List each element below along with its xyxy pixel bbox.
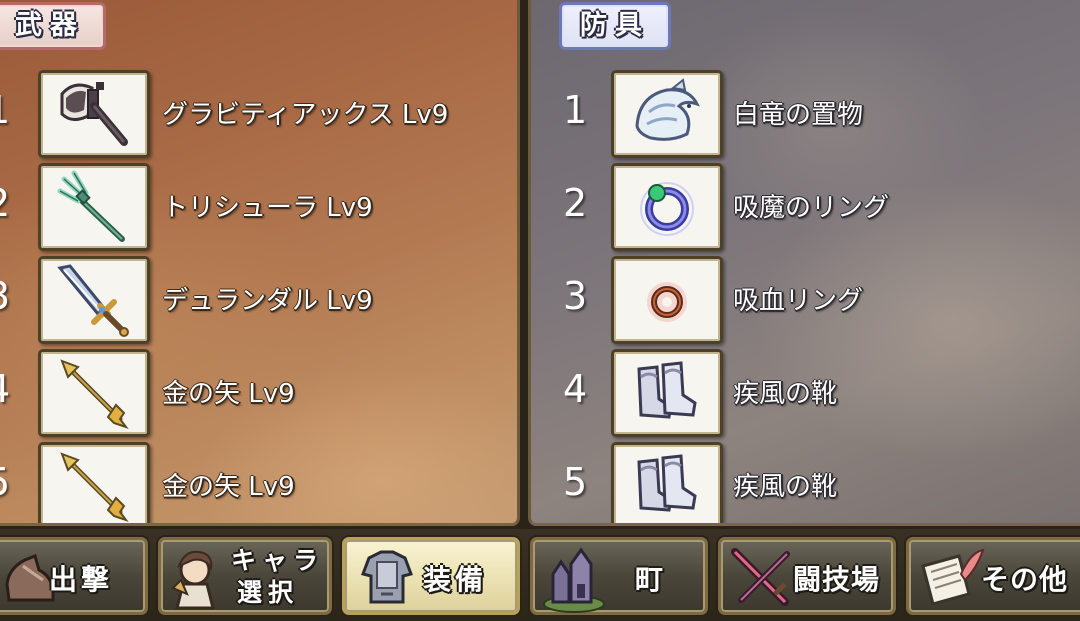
weapon-slot-3[interactable]: 3 デュランダル Lv9 xyxy=(0,256,517,348)
nav-sortie-button[interactable]: 出撃 xyxy=(0,537,148,615)
armor-title: 防具 xyxy=(559,2,671,50)
axe-icon xyxy=(60,82,128,146)
nav-character-select-label-line2: 選択 xyxy=(237,578,300,607)
slot-number: 4 xyxy=(563,367,588,411)
slot-number: 3 xyxy=(0,274,10,318)
nav-equipment-label: 装備 xyxy=(423,563,488,596)
trident-icon xyxy=(57,170,125,242)
weapon-icon-box[interactable] xyxy=(38,70,150,158)
gale-boots-icon xyxy=(637,454,697,512)
armor-icon xyxy=(361,550,413,604)
nav-other-label: その他 xyxy=(981,563,1069,596)
armor-name: 疾風の靴 xyxy=(733,472,838,502)
weapon-slot-4[interactable]: 4 金の矢 Lv9 xyxy=(0,349,517,441)
slot-number: 5 xyxy=(563,460,588,504)
armor-name: 吸血リング xyxy=(733,286,864,316)
weapon-slot-1[interactable]: 1 グラビティアックス Lv9 xyxy=(0,70,517,162)
weapon-icon-box[interactable] xyxy=(38,256,150,344)
slot-number: 2 xyxy=(563,181,588,225)
nav-arena-button[interactable]: 闘技場 xyxy=(718,537,896,615)
slot-number: 1 xyxy=(563,88,588,132)
armor-icon-box[interactable] xyxy=(611,163,723,251)
character-icon xyxy=(171,550,215,610)
golden-arrow-icon xyxy=(60,359,129,429)
armor-slot-1[interactable]: 1 白竜の置物 xyxy=(531,70,1080,162)
white-dragon-figurine-icon xyxy=(635,78,700,141)
weapon-icon-box[interactable] xyxy=(38,349,150,437)
vampire-ring-icon xyxy=(647,282,687,322)
armor-panel: 防具 1 白竜の置物 2 吸魔のリング 3 吸血リング 4 疾風の靴 5 疾風の… xyxy=(528,0,1080,526)
slot-number: 1 xyxy=(0,88,10,132)
slot-number: 3 xyxy=(563,274,588,318)
nav-other-button[interactable]: その他 xyxy=(906,537,1080,615)
gale-boots-icon xyxy=(637,361,697,419)
nav-equipment-button[interactable]: 装備 xyxy=(342,537,520,615)
armor-icon-box[interactable] xyxy=(611,349,723,437)
castle-icon xyxy=(543,547,605,613)
nav-character-select-button[interactable]: キャラ 選択 xyxy=(158,537,332,615)
weapon-slot-5[interactable]: 5 金の矢 Lv9 xyxy=(0,442,517,523)
armor-icon-box[interactable] xyxy=(611,442,723,523)
armor-name: 疾風の靴 xyxy=(733,379,838,409)
slot-number: 4 xyxy=(0,367,10,411)
armor-name: 白竜の置物 xyxy=(733,100,864,130)
weapon-slot-2[interactable]: 2 トリシューラ Lv9 xyxy=(0,163,517,255)
slot-number: 2 xyxy=(0,181,10,225)
weapon-name: グラビティアックス Lv9 xyxy=(162,100,449,130)
crossed-swords-icon xyxy=(731,548,790,606)
bottom-navigation: 出撃 キャラ 選択 装備 町 闘技場 その他 xyxy=(0,529,1080,621)
nav-character-select-label-line1: キャラ xyxy=(231,546,325,575)
weapon-icon-box[interactable] xyxy=(38,163,150,251)
mana-drain-ring-icon xyxy=(640,182,694,236)
weapon-name: デュランダル Lv9 xyxy=(162,286,373,316)
nav-town-label: 町 xyxy=(635,563,668,596)
golden-arrow-icon xyxy=(60,452,129,522)
armor-slot-3[interactable]: 3 吸血リング xyxy=(531,256,1080,348)
armor-slot-2[interactable]: 2 吸魔のリング xyxy=(531,163,1080,255)
nav-town-button[interactable]: 町 xyxy=(530,537,708,615)
nav-sortie-label: 出撃 xyxy=(49,563,114,596)
weapon-name: 金の矢 Lv9 xyxy=(162,472,295,502)
armor-icon-box[interactable] xyxy=(611,70,723,158)
weapon-icon-box[interactable] xyxy=(38,442,150,523)
weapons-panel: 武器 1 グラビティアックス Lv9 2 トリシュー xyxy=(0,0,520,526)
armor-slot-4[interactable]: 4 疾風の靴 xyxy=(531,349,1080,441)
armor-name: 吸魔のリング xyxy=(733,193,890,223)
slot-number: 5 xyxy=(0,460,10,504)
armor-icon-box[interactable] xyxy=(611,256,723,344)
sword-icon xyxy=(57,264,129,337)
weapon-name: 金の矢 Lv9 xyxy=(162,379,295,409)
scroll-feather-icon xyxy=(921,548,985,606)
nav-arena-label: 闘技場 xyxy=(793,563,881,596)
armor-slot-5[interactable]: 5 疾風の靴 xyxy=(531,442,1080,523)
weapons-title: 武器 xyxy=(0,2,106,50)
weapon-name: トリシューラ Lv9 xyxy=(162,193,373,223)
